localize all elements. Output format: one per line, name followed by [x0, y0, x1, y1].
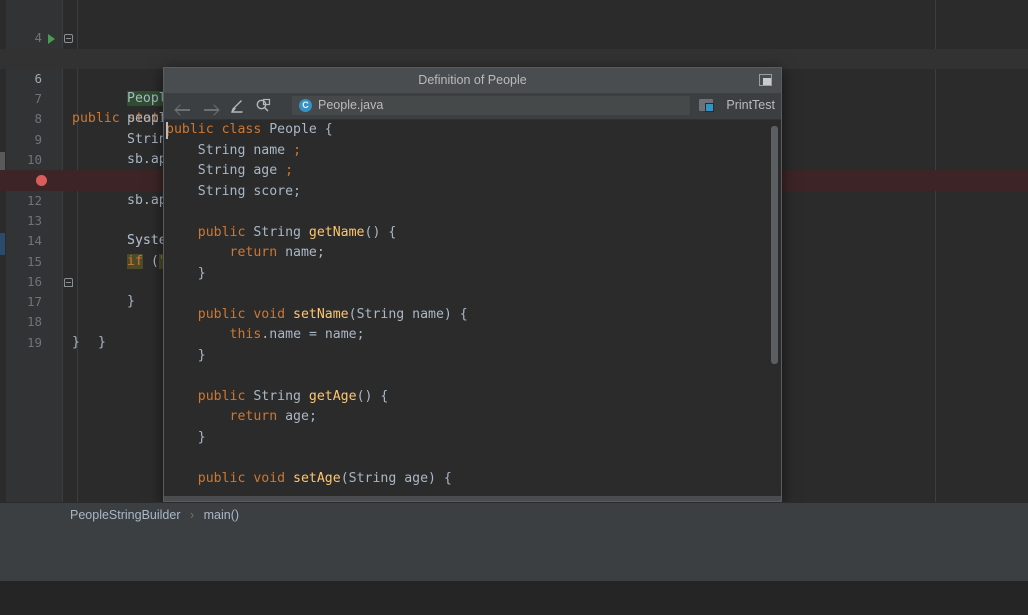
popup-toolbar[interactable]: C People.java PrintTest: [164, 93, 781, 120]
partial-top-line: }: [0, 0, 1028, 8]
bottom-dark-area: [0, 581, 1028, 615]
bottom-toolbar-lower[interactable]: [0, 555, 1028, 581]
popup-code-view[interactable]: public class People { String name ; Stri…: [164, 120, 781, 502]
popup-code-line: }: [164, 264, 781, 285]
module-icon: [699, 99, 713, 111]
line-code: }: [72, 333, 80, 353]
breadcrumb-item-method[interactable]: main(): [204, 508, 239, 522]
popup-title-text: Definition of People: [418, 73, 526, 87]
breadcrumb-item-class[interactable]: PeopleStringBuilder: [70, 508, 181, 522]
popup-code-line: this.name = name;: [164, 325, 781, 346]
arrow-left-icon[interactable]: [174, 97, 192, 115]
popup-code-line: [164, 448, 781, 469]
popup-bottom-edge: [164, 496, 781, 501]
breadcrumb-bar: PeopleStringBuilder › main(): [0, 502, 1028, 531]
arrow-right-icon[interactable]: [202, 97, 220, 115]
editor-line[interactable]: 4: [0, 8, 1028, 28]
text-caret: [166, 122, 168, 139]
java-class-icon: C: [299, 99, 312, 112]
popup-code-line: public class People {: [164, 120, 781, 141]
bottom-toolbar-upper[interactable]: [0, 530, 1028, 556]
breakpoint-icon[interactable]: [36, 175, 47, 186]
fold-start-icon[interactable]: [64, 34, 73, 43]
popup-code-line: public void setName(String name) {: [164, 305, 781, 326]
definition-popup[interactable]: Definition of People: [163, 67, 782, 502]
pencil-edit-glyph: [228, 97, 246, 115]
run-gutter-icon[interactable]: [48, 34, 55, 44]
popup-code-line: public String getAge() {: [164, 387, 781, 408]
popup-scrollbar[interactable]: [771, 126, 778, 364]
popup-file-name: People.java: [318, 97, 383, 114]
fold-end-icon[interactable]: [64, 278, 73, 287]
file-path-field[interactable]: C People.java: [292, 96, 690, 115]
popup-code-line: public void setAge(String age) {: [164, 469, 781, 490]
popup-code-line: public String getName() {: [164, 223, 781, 244]
popup-code-line: String score;: [164, 182, 781, 203]
restore-window-icon[interactable]: [759, 74, 772, 86]
line-number: 19: [0, 333, 42, 353]
breadcrumb-separator-icon: ›: [190, 508, 194, 522]
popup-code-line: [164, 284, 781, 305]
find-usages-glyph: [254, 97, 272, 115]
popup-code-line: }: [164, 346, 781, 367]
popup-code-line: String name ;: [164, 141, 781, 162]
breadcrumb[interactable]: PeopleStringBuilder › main(): [70, 508, 239, 522]
editor-line[interactable]: 5 public static void main(String[] args)…: [0, 28, 1028, 48]
ide-window: } 4 5 public static void main(String[] a…: [0, 0, 1028, 615]
popup-title-bar: Definition of People: [164, 68, 781, 93]
popup-code-line: [164, 202, 781, 223]
popup-code-line: return age;: [164, 407, 781, 428]
popup-code-line: String age ;: [164, 161, 781, 182]
popup-code-line: }: [164, 428, 781, 449]
popup-module-name: PrintTest: [726, 97, 775, 114]
editor-line-current[interactable]: 6 People people = new People();: [0, 49, 1028, 69]
line-code: }: [98, 333, 106, 353]
popup-code-line: return name;: [164, 243, 781, 264]
pencil-edit-icon[interactable]: [228, 97, 246, 115]
find-usages-icon[interactable]: [254, 97, 272, 115]
popup-code-line: [164, 366, 781, 387]
